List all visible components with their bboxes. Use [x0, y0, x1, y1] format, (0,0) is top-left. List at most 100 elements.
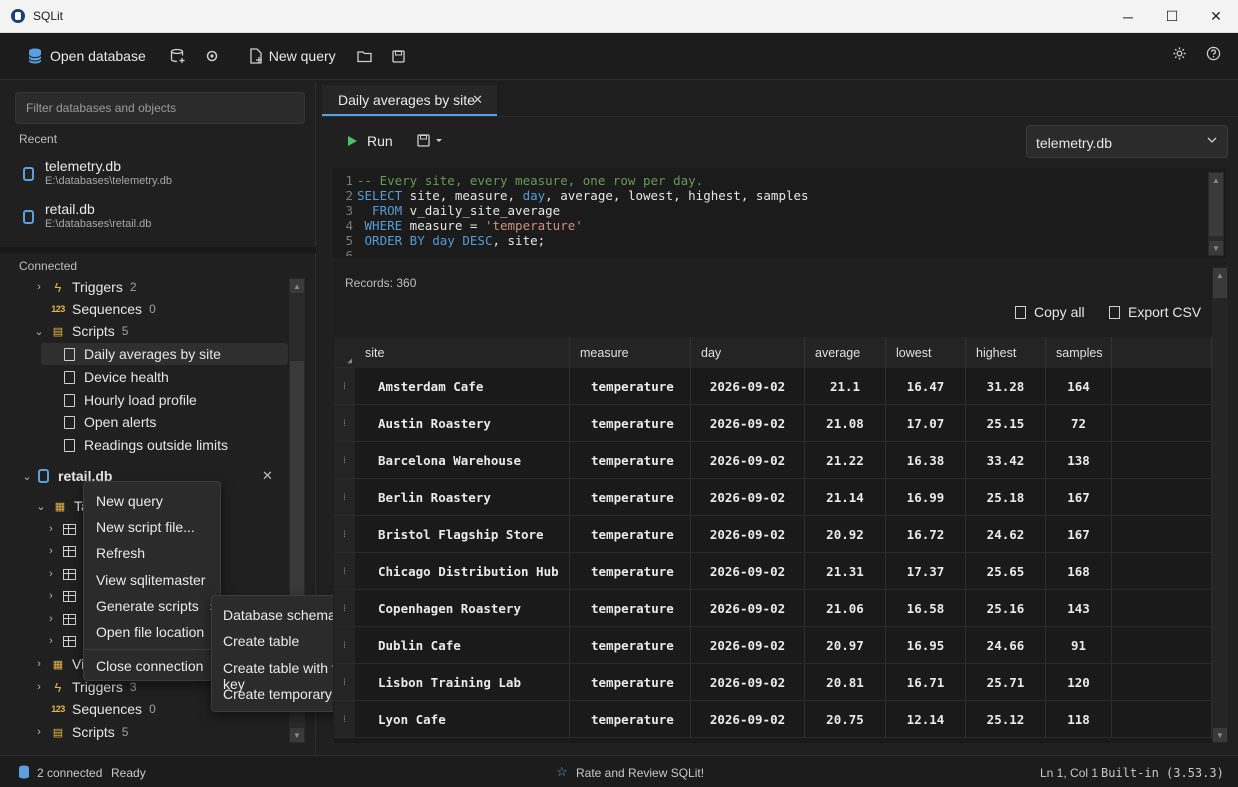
- tree-table-row[interactable]: ›: [44, 540, 84, 562]
- column-header-day[interactable]: day: [691, 337, 805, 368]
- script-item-device-health[interactable]: Device health: [64, 366, 169, 388]
- table-cell[interactable]: 25.18: [966, 479, 1046, 516]
- table-cell[interactable]: 17.07: [886, 405, 966, 442]
- save-dropdown-button[interactable]: [417, 134, 445, 150]
- table-cell[interactable]: 20.92: [805, 516, 886, 553]
- table-cell[interactable]: Lyon Cafe: [355, 701, 570, 738]
- tree-triggers[interactable]: › ϟ Triggers 2: [32, 276, 136, 298]
- maximize-button[interactable]: ☐: [1150, 0, 1194, 33]
- settings-gear-icon[interactable]: [1168, 42, 1190, 64]
- table-cell[interactable]: 25.12: [966, 701, 1046, 738]
- menu-open-file-location[interactable]: Open file location: [96, 624, 204, 640]
- open-folder-icon[interactable]: [354, 45, 376, 67]
- table-cell[interactable]: Austin Roastery: [355, 405, 570, 442]
- filter-input[interactable]: Filter databases and objects: [15, 92, 305, 124]
- table-cell[interactable]: temperature: [570, 442, 691, 479]
- table-cell[interactable]: 164: [1046, 368, 1112, 405]
- row-grip-handle[interactable]: ⁞: [334, 627, 355, 664]
- menu-new-query[interactable]: New query: [96, 493, 163, 509]
- table-cell[interactable]: 16.72: [886, 516, 966, 553]
- table-cell[interactable]: temperature: [570, 590, 691, 627]
- table-cell[interactable]: 21.14: [805, 479, 886, 516]
- table-cell[interactable]: 16.38: [886, 442, 966, 479]
- row-grip-handle[interactable]: ⁞: [334, 442, 355, 479]
- editor-scrollbar-thumb[interactable]: [1209, 186, 1223, 236]
- menu-new-script-file[interactable]: New script file...: [96, 519, 195, 535]
- table-cell[interactable]: 20.97: [805, 627, 886, 664]
- grid-scrollbar-thumb[interactable]: [1213, 280, 1227, 298]
- select-all-corner[interactable]: ◢: [334, 337, 355, 368]
- table-cell[interactable]: 91: [1046, 627, 1112, 664]
- scroll-down-icon[interactable]: ▼: [290, 728, 304, 742]
- table-cell[interactable]: 2026-09-02: [691, 627, 805, 664]
- table-cell[interactable]: Copenhagen Roastery: [355, 590, 570, 627]
- minimize-button[interactable]: ─: [1106, 0, 1150, 33]
- table-cell[interactable]: temperature: [570, 368, 691, 405]
- table-cell[interactable]: 25.15: [966, 405, 1046, 442]
- table-cell[interactable]: Berlin Roastery: [355, 479, 570, 516]
- menu-close-connection[interactable]: Close connection: [96, 658, 203, 674]
- database-select[interactable]: telemetry.db: [1026, 125, 1228, 158]
- row-grip-handle[interactable]: ⁞: [334, 553, 355, 590]
- table-cell[interactable]: 16.99: [886, 479, 966, 516]
- scroll-up-icon[interactable]: ▲: [1213, 268, 1227, 282]
- table-cell[interactable]: temperature: [570, 627, 691, 664]
- scroll-down-icon[interactable]: ▼: [1213, 728, 1227, 742]
- column-header-site[interactable]: site: [355, 337, 570, 368]
- help-icon[interactable]: [1202, 42, 1224, 64]
- row-grip-handle[interactable]: ⁞: [334, 516, 355, 553]
- table-cell[interactable]: 21.31: [805, 553, 886, 590]
- recent-item-telemetry[interactable]: telemetry.db E:\databases\telemetry.db: [20, 158, 310, 194]
- table-cell[interactable]: 16.95: [886, 627, 966, 664]
- save-icon[interactable]: [388, 45, 410, 67]
- recent-item-retail[interactable]: retail.db E:\databases\retail.db: [20, 201, 310, 237]
- tab-daily-averages[interactable]: Daily averages by site ✕: [322, 85, 497, 116]
- table-cell[interactable]: 20.81: [805, 664, 886, 701]
- table-cell[interactable]: Bristol Flagship Store: [355, 516, 570, 553]
- run-button[interactable]: Run: [348, 133, 393, 149]
- add-database-icon[interactable]: [167, 45, 189, 67]
- table-cell[interactable]: 167: [1046, 479, 1112, 516]
- tree-table-row[interactable]: ›: [44, 518, 84, 540]
- tree-table-row[interactable]: ›: [44, 563, 84, 585]
- column-header-highest[interactable]: highest: [966, 337, 1046, 368]
- table-cell[interactable]: Lisbon Training Lab: [355, 664, 570, 701]
- table-cell[interactable]: Dublin Cafe: [355, 627, 570, 664]
- table-cell[interactable]: 2026-09-02: [691, 368, 805, 405]
- row-grip-handle[interactable]: ⁞: [334, 701, 355, 738]
- script-item-open-alerts[interactable]: Open alerts: [64, 411, 156, 433]
- table-cell[interactable]: 167: [1046, 516, 1112, 553]
- script-item-readings-outside[interactable]: Readings outside limits: [64, 434, 228, 456]
- table-cell[interactable]: 25.65: [966, 553, 1046, 590]
- table-cell[interactable]: 2026-09-02: [691, 479, 805, 516]
- table-cell[interactable]: 2026-09-02: [691, 405, 805, 442]
- row-grip-handle[interactable]: ⁞: [334, 479, 355, 516]
- table-cell[interactable]: 25.71: [966, 664, 1046, 701]
- column-header-samples[interactable]: samples: [1046, 337, 1112, 368]
- table-cell[interactable]: 2026-09-02: [691, 516, 805, 553]
- open-database-button[interactable]: Open database: [24, 41, 146, 71]
- table-cell[interactable]: 20.75: [805, 701, 886, 738]
- table-cell[interactable]: 143: [1046, 590, 1112, 627]
- table-cell[interactable]: 168: [1046, 553, 1112, 590]
- tree-retail-scripts[interactable]: › ▤ Scripts 5: [32, 721, 128, 743]
- table-cell[interactable]: temperature: [570, 701, 691, 738]
- scroll-up-icon[interactable]: ▲: [1209, 173, 1223, 187]
- close-tab-icon[interactable]: ✕: [472, 92, 483, 108]
- table-cell[interactable]: 2026-09-02: [691, 664, 805, 701]
- script-item-daily-averages[interactable]: Daily averages by site: [41, 343, 288, 365]
- tree-tables[interactable]: ⌄ ▦ Ta: [34, 495, 88, 517]
- table-cell[interactable]: Amsterdam Cafe: [355, 368, 570, 405]
- menu-refresh[interactable]: Refresh: [96, 545, 145, 561]
- table-cell[interactable]: 2026-09-02: [691, 701, 805, 738]
- close-window-button[interactable]: ✕: [1194, 0, 1238, 33]
- column-header-measure[interactable]: measure: [570, 337, 691, 368]
- table-cell[interactable]: 16.58: [886, 590, 966, 627]
- scroll-up-icon[interactable]: ▲: [290, 279, 304, 293]
- table-cell[interactable]: Chicago Distribution Hub: [355, 553, 570, 590]
- table-cell[interactable]: 120: [1046, 664, 1112, 701]
- copy-all-button[interactable]: Copy all: [1015, 304, 1085, 320]
- row-grip-handle[interactable]: ⁞: [334, 664, 355, 701]
- table-cell[interactable]: 2026-09-02: [691, 442, 805, 479]
- table-cell[interactable]: 25.16: [966, 590, 1046, 627]
